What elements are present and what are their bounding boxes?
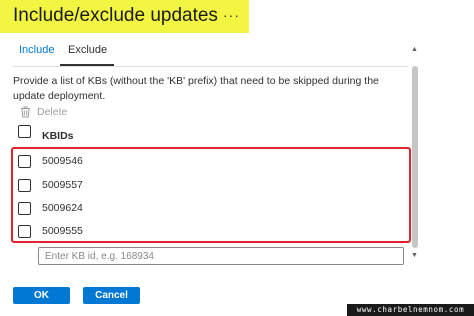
- kb-id-input[interactable]: [38, 247, 404, 265]
- page-title: Include/exclude updates: [13, 5, 218, 26]
- watermark: www.charbelnemnom.com: [347, 304, 474, 316]
- delete-button[interactable]: Delete: [20, 106, 67, 118]
- description-text: Provide a list of KBs (without the 'KB' …: [13, 75, 379, 102]
- ok-button[interactable]: OK: [13, 287, 70, 304]
- delete-label: Delete: [37, 106, 68, 118]
- tabs-divider: [13, 66, 408, 67]
- tab-include[interactable]: Include: [19, 44, 54, 56]
- more-options-icon[interactable]: ···: [223, 7, 240, 23]
- scroll-down-icon[interactable]: ▼: [411, 252, 418, 259]
- scrollbar[interactable]: ▲ ▼: [410, 46, 420, 264]
- select-all-checkbox[interactable]: [18, 125, 31, 138]
- tab-exclude[interactable]: Exclude: [68, 44, 107, 56]
- scroll-up-icon[interactable]: ▲: [411, 46, 418, 53]
- scrollbar-thumb[interactable]: [412, 66, 418, 248]
- annotation-highlight-box: [11, 147, 411, 243]
- column-header-kbids: KBIDs: [42, 130, 74, 142]
- cancel-button[interactable]: Cancel: [83, 287, 140, 304]
- trash-icon: [21, 106, 30, 118]
